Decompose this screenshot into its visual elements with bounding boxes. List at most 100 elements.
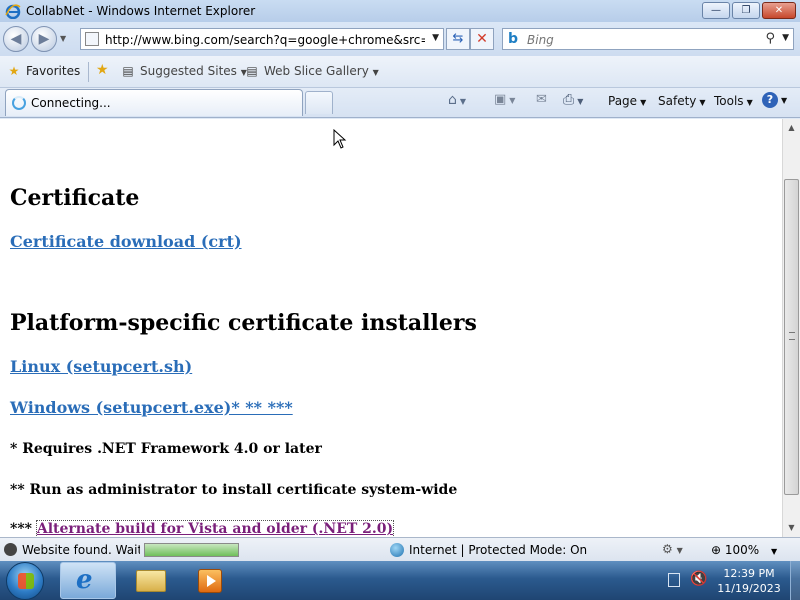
page-menu-label: Page: [608, 94, 638, 108]
status-message: Website found. Waiting: [22, 543, 140, 557]
print-button[interactable]: ⎙ ▼: [563, 92, 583, 108]
globe-icon: [390, 543, 404, 557]
favorites-label: Favorites: [26, 64, 81, 78]
rss-feed-icon: ▣: [494, 92, 507, 107]
bing-logo-icon: b: [508, 31, 519, 47]
web-page-icon: ▤: [122, 64, 134, 78]
action-center-flag-icon[interactable]: [668, 573, 680, 587]
back-button[interactable]: ◀: [3, 26, 29, 52]
refresh-button[interactable]: ⇆: [446, 28, 470, 50]
recent-pages-dropdown[interactable]: ▼: [60, 34, 66, 43]
mouse-cursor-icon: [333, 129, 347, 149]
minimize-button[interactable]: —: [702, 2, 730, 19]
maximize-button[interactable]: ❐: [732, 2, 760, 19]
chevron-down-icon: ▼: [746, 98, 753, 107]
folder-icon: [136, 570, 166, 592]
tools-menu-label: Tools: [714, 94, 744, 108]
address-dropdown-icon[interactable]: ▼: [432, 33, 439, 43]
scroll-up-arrow-icon[interactable]: ▲: [783, 119, 800, 136]
clock-date: 11/19/2023: [717, 582, 781, 595]
taskbar-windows-explorer[interactable]: [122, 562, 178, 599]
start-button[interactable]: [6, 562, 44, 600]
alternate-build-link[interactable]: Alternate build for Vista and older (.NE…: [35, 520, 395, 537]
home-icon: ⌂: [448, 92, 457, 108]
scroll-grip: [789, 332, 795, 340]
gear-icon: ⚙: [662, 542, 673, 556]
safety-menu[interactable]: Safety ▼: [658, 94, 706, 108]
mail-icon: ✉: [536, 92, 547, 107]
note-alternate-build: *** Alternate build for Vista and older …: [10, 520, 395, 537]
read-mail-button[interactable]: ✉: [536, 92, 547, 107]
page-load-progress-bar: [144, 543, 239, 557]
web-slice-gallery-label: Web Slice Gallery: [264, 64, 369, 78]
tools-menu[interactable]: Tools ▼: [714, 94, 753, 108]
certificate-download-link[interactable]: Certificate download (crt): [10, 232, 242, 251]
add-favorite-icon[interactable]: ★: [96, 62, 109, 78]
ie-logo-icon: [5, 4, 21, 19]
web-slice-gallery-link[interactable]: ▤ Web Slice Gallery ▼: [244, 64, 379, 78]
chevron-down-icon: ▼: [699, 98, 706, 107]
page-content: Certificate Certificate download (crt) P…: [0, 119, 782, 537]
windows-installer-link[interactable]: Windows (setupcert.exe)* ** ***: [10, 398, 293, 417]
url-input[interactable]: [105, 32, 425, 47]
status-bar: Website found. Waiting Internet | Protec…: [0, 537, 800, 561]
help-button[interactable]: ? ▼: [762, 92, 787, 108]
note-run-as-admin: ** Run as administrator to install certi…: [10, 482, 458, 498]
system-clock[interactable]: 12:39 PM 11/19/2023: [716, 566, 782, 596]
favorites-separator: [88, 62, 89, 82]
taskbar: e 🔇 12:39 PM 11/19/2023: [0, 561, 800, 600]
back-arrow-icon: ◀: [10, 31, 22, 47]
title-bar: CollabNet - Windows Internet Explorer — …: [0, 0, 800, 22]
scroll-down-arrow-icon[interactable]: ▼: [783, 519, 800, 536]
linux-installer-link[interactable]: Linux (setupcert.sh): [10, 357, 192, 376]
chevron-down-icon: ▼: [781, 96, 788, 105]
star-icon: ★: [8, 64, 20, 78]
command-bar: Connecting... ⌂ ▼ ▣ ▼ ✉ ⎙ ▼ Page ▼ Safety ▼ T…: [0, 88, 800, 118]
scroll-thumb[interactable]: [784, 179, 799, 495]
feeds-button[interactable]: ▣ ▼: [494, 92, 515, 107]
search-box[interactable]: b ⚲ ▼: [502, 28, 794, 50]
note-dotnet-requirement: * Requires .NET Framework 4.0 or later: [10, 441, 322, 457]
volume-muted-icon[interactable]: 🔇: [690, 571, 707, 587]
addons-status-button[interactable]: ⚙ ▼: [662, 542, 683, 556]
taskbar-media-player[interactable]: [182, 562, 238, 599]
help-icon: ?: [762, 92, 778, 108]
new-tab-button[interactable]: [305, 91, 333, 114]
favorites-bar: ★ Favorites ★ ▤ Suggested Sites ▼ ▤ Web Sli…: [0, 56, 800, 88]
tab-active[interactable]: Connecting...: [5, 89, 303, 116]
busy-indicator-icon: [4, 543, 17, 556]
heading-platform-installers: Platform-specific certificate installers: [10, 310, 477, 336]
window-title: CollabNet - Windows Internet Explorer: [26, 4, 256, 18]
home-button[interactable]: ⌂ ▼: [448, 92, 466, 108]
clock-time: 12:39 PM: [723, 567, 775, 580]
page-menu[interactable]: Page ▼: [608, 94, 646, 108]
web-page-icon: ▤: [246, 64, 258, 78]
stop-x-icon: ✕: [476, 31, 488, 47]
taskbar-internet-explorer[interactable]: e: [60, 562, 116, 599]
chevron-down-icon: ▼: [372, 68, 379, 77]
printer-icon: ⎙: [563, 92, 575, 108]
forward-button[interactable]: ▶: [31, 26, 57, 52]
progress-fill: [145, 544, 238, 556]
zoom-level: 100%: [724, 543, 760, 557]
chevron-down-icon: ▼: [577, 97, 584, 106]
search-icon[interactable]: ⚲: [765, 31, 775, 46]
chevron-down-icon: ▼: [459, 97, 467, 106]
search-dropdown-icon[interactable]: ▼: [782, 33, 789, 43]
zoom-button[interactable]: ⊕ 100% ▼: [711, 543, 777, 557]
favorites-button[interactable]: ★ Favorites: [6, 64, 81, 78]
address-bar[interactable]: ▼: [80, 28, 444, 50]
heading-certificate: Certificate: [10, 185, 140, 211]
show-desktop-button[interactable]: [790, 561, 800, 600]
vertical-scrollbar[interactable]: ▲ ▼: [782, 119, 800, 537]
suggested-sites-link[interactable]: ▤ Suggested Sites ▼: [120, 64, 247, 78]
stop-button[interactable]: ✕: [470, 28, 494, 50]
suggested-sites-label: Suggested Sites: [140, 64, 237, 78]
search-input[interactable]: [527, 32, 727, 47]
close-button[interactable]: ✕: [762, 2, 796, 19]
security-zone-label: Internet | Protected Mode: On: [409, 543, 588, 557]
security-zone-indicator[interactable]: Internet | Protected Mode: On: [390, 543, 587, 557]
chevron-down-icon: ▼: [509, 96, 516, 105]
media-player-icon: [198, 569, 222, 593]
forward-arrow-icon: ▶: [38, 31, 50, 47]
